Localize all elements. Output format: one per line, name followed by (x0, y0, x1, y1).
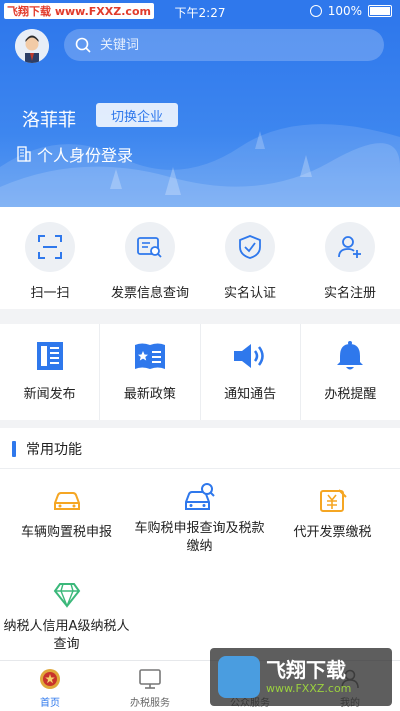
login-text: 个人身份登录 (37, 146, 134, 165)
quick-action-real-name-register[interactable]: 实名注册 (300, 207, 400, 309)
news-item-notice[interactable]: 通知通告 (201, 324, 301, 420)
common-functions-header: 常用功能 (0, 428, 400, 469)
tab-home[interactable]: 首页 (0, 661, 100, 711)
news-item-policy[interactable]: 最新政策 (100, 324, 201, 420)
user-add-icon (338, 236, 361, 258)
news-item-reminder[interactable]: 办税提醒 (301, 324, 400, 420)
news-item-label: 通知通告 (224, 387, 277, 402)
rotation-lock-icon (309, 5, 322, 17)
news-item-label: 最新政策 (123, 387, 176, 402)
quick-action-scan[interactable]: 扫一扫 (0, 207, 100, 309)
watermark-logo-icon (218, 656, 260, 698)
function-vehicle-purchase-tax[interactable]: 车辆购置税申报 (0, 486, 133, 542)
tab-label: 首页 (40, 698, 60, 709)
status-bar: 飞翔下载 www.FXXZ.com 下午2:27 100% (0, 0, 400, 22)
quick-action-label: 扫一扫 (30, 286, 70, 301)
battery-percent: 100% (327, 4, 362, 18)
shield-check-icon-bg (225, 222, 275, 272)
search-input[interactable] (98, 36, 362, 54)
watermark-url: www.FXXZ.com (266, 682, 352, 695)
car-search-icon (184, 483, 215, 510)
search-icon (75, 37, 91, 53)
scan-icon (38, 235, 62, 259)
news-grid: 新闻发布 最新政策 通知通告 办税提醒 (0, 324, 400, 420)
function-invoice-tax[interactable]: 代开发票缴税 (266, 486, 399, 542)
news-item-label: 办税提醒 (324, 387, 377, 402)
function-label: 纳税人信用A级纳税人查询 (3, 619, 130, 652)
news-item-release[interactable]: 新闻发布 (0, 324, 101, 420)
personal-login[interactable]: 个人身份登录 (17, 142, 133, 166)
quick-action-label: 实名注册 (323, 286, 376, 301)
switch-enterprise-button[interactable]: 切换企业 (96, 103, 178, 127)
newspaper-icon (36, 342, 63, 370)
function-label: 车辆购置税申报 (20, 525, 112, 540)
quick-action-invoice-search[interactable]: 发票信息查询 (100, 207, 200, 309)
function-label: 代开发票缴税 (293, 525, 372, 540)
watermark-title: 飞翔下载 (266, 658, 346, 682)
search-bar[interactable] (64, 29, 384, 61)
speaker-icon (234, 344, 264, 368)
common-functions-panel: 常用功能 车辆购置税申报 车购税申报查询及税款缴纳 代开发票缴税 纳税人信用A级… (0, 428, 400, 660)
home-emblem-icon (40, 669, 60, 689)
status-right: 100% (309, 4, 392, 18)
battery-icon (368, 5, 392, 17)
invoice-search-icon (137, 237, 162, 258)
tab-tax-service[interactable]: 办税服务 (100, 661, 200, 711)
header-banner: 洛菲菲 切换企业 个人身份登录 (0, 22, 400, 207)
shield-check-icon (239, 235, 261, 259)
policy-icon (134, 343, 165, 369)
quick-action-label: 发票信息查询 (110, 286, 189, 301)
quick-actions: 扫一扫 发票信息查询 实名认证 实名注册 (0, 207, 400, 309)
tab-label: 办税服务 (130, 698, 170, 709)
section-accent-bar (12, 441, 16, 457)
section-title: 常用功能 (26, 442, 82, 458)
diamond-icon (53, 583, 80, 608)
username: 洛菲菲 (22, 110, 76, 131)
function-vehicle-tax-query[interactable]: 车购税申报查询及税款缴纳 (133, 480, 266, 556)
user-add-icon-bg (325, 222, 375, 272)
news-item-label: 新闻发布 (23, 387, 76, 402)
invoice-search-icon-bg (125, 222, 175, 272)
site-watermark: 飞翔下载 www.FXXZ.com (210, 648, 392, 706)
quick-action-label: 实名认证 (223, 286, 276, 301)
avatar-icon (15, 29, 49, 63)
invoice-tax-icon (319, 489, 347, 512)
scan-icon-bg (25, 222, 75, 272)
function-credit-a-query[interactable]: 纳税人信用A级纳税人查询 (0, 580, 133, 654)
avatar[interactable] (15, 29, 49, 63)
monitor-icon (139, 669, 161, 689)
building-icon (17, 146, 31, 162)
function-label: 车购税申报查询及税款缴纳 (134, 521, 265, 554)
car-icon (53, 492, 80, 510)
quick-action-real-name-auth[interactable]: 实名认证 (200, 207, 300, 309)
bell-icon (337, 341, 364, 370)
